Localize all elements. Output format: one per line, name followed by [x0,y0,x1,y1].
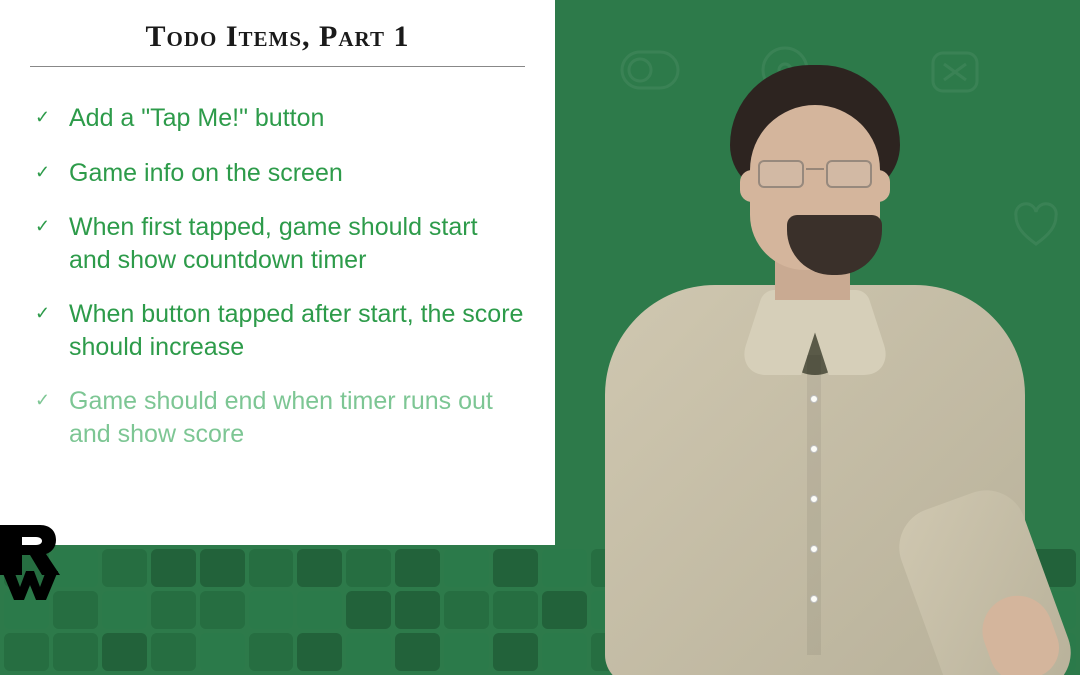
todo-item: ✓ Game should end when timer runs out and… [35,385,525,450]
presenter-area [535,0,1080,675]
slide-title: Todo Items, Part 1 [30,20,525,67]
todo-item-text: Game info on the screen [69,157,343,190]
todo-item: ✓ When button tapped after start, the sco… [35,298,525,363]
slide-card: Todo Items, Part 1 ✓ Add a "Tap Me!" butt… [0,0,555,545]
todo-item-text: When first tapped, game should start and… [69,211,525,276]
todo-item-text: When button tapped after start, the scor… [69,298,525,363]
todo-item-text: Add a "Tap Me!" button [69,102,324,135]
todo-list: ✓ Add a "Tap Me!" button ✓ Game info on the… [30,102,525,450]
todo-item: ✓ Game info on the screen [35,157,525,190]
check-icon: ✓ [35,389,57,412]
todo-item: ✓ Add a "Tap Me!" button [35,102,525,135]
check-icon: ✓ [35,161,57,184]
presenter-figure [580,35,1040,675]
check-icon: ✓ [35,302,57,325]
todo-item-text: Game should end when timer runs out and … [69,385,525,450]
todo-item: ✓ When first tapped, game should start an… [35,211,525,276]
check-icon: ✓ [35,215,57,238]
rw-logo [0,525,68,600]
check-icon: ✓ [35,106,57,129]
